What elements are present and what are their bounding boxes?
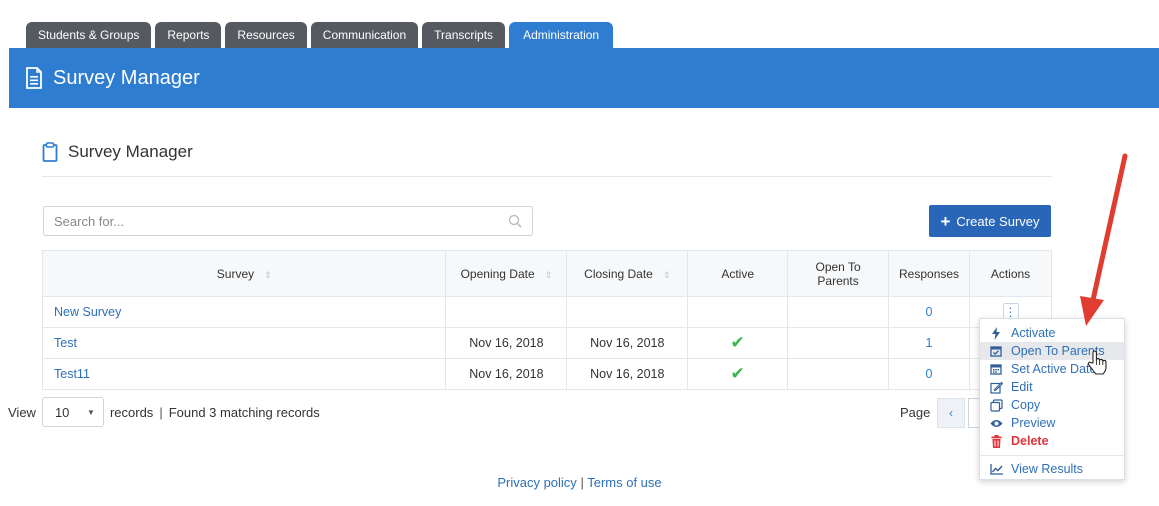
active-cell: ✔	[687, 358, 789, 390]
sort-icon: ⇕	[662, 269, 671, 280]
links-separator: |	[580, 475, 584, 490]
copy-icon	[989, 398, 1003, 412]
trash-icon	[989, 434, 1003, 448]
responses-link[interactable]: 0	[888, 296, 971, 328]
document-icon	[26, 67, 42, 89]
menu-item-label: Preview	[1011, 416, 1056, 430]
column-active: Active	[687, 250, 789, 297]
records-label: records	[109, 404, 154, 420]
tab-transcripts[interactable]: Transcripts	[422, 22, 506, 48]
main-nav-tabs: Students & Groups Reports Resources Comm…	[26, 22, 614, 48]
section-divider	[42, 176, 1052, 177]
menu-item-activate[interactable]: Activate	[980, 324, 1124, 342]
sort-icon: ⇕	[264, 269, 272, 280]
open-to-parents-cell	[787, 327, 890, 359]
create-survey-label: Create Survey	[956, 213, 1040, 229]
search-input[interactable]	[54, 213, 508, 229]
open-to-parents-cell	[787, 296, 890, 328]
section-title: Survey Manager	[68, 142, 193, 161]
bolt-icon	[989, 326, 1003, 340]
terms-of-use-link[interactable]: Terms of use	[587, 475, 661, 490]
menu-item-delete[interactable]: Delete	[980, 432, 1124, 450]
menu-item-label: View Results	[1011, 462, 1084, 476]
menu-item-view-results[interactable]: View Results	[980, 460, 1124, 478]
menu-item-edit[interactable]: Edit	[980, 378, 1124, 396]
active-cell: ✔	[687, 327, 789, 359]
create-survey-button[interactable]: + Create Survey	[929, 205, 1051, 237]
line-chart-icon	[989, 462, 1003, 476]
records-footer: View 10 ▼ records | Found 3 matching rec…	[8, 397, 320, 427]
actions-dropdown-menu: Activate Open To Parents Set Active Date…	[979, 318, 1125, 480]
closing-date	[566, 296, 689, 328]
plus-icon: +	[940, 211, 951, 231]
check-icon: ✔	[730, 364, 745, 383]
opening-date: Nov 16, 2018	[445, 358, 568, 390]
page-header: Survey Manager	[9, 48, 1159, 108]
tab-communication[interactable]: Communication	[310, 22, 419, 48]
sort-icon: ⇕	[544, 269, 553, 280]
check-icon: ✔	[730, 333, 745, 352]
table-row: Test Nov 16, 2018 Nov 16, 2018 ✔ 1	[41, 327, 1052, 359]
records-separator: |	[159, 404, 163, 420]
tab-reports[interactable]: Reports	[155, 22, 222, 48]
menu-item-copy[interactable]: Copy	[980, 396, 1124, 414]
opening-date: Nov 16, 2018	[445, 327, 568, 359]
menu-item-label: Copy	[1011, 398, 1041, 412]
tab-resources[interactable]: Resources	[225, 22, 307, 48]
edit-icon	[989, 380, 1003, 394]
column-opening-date[interactable]: Opening Date ⇕	[445, 250, 568, 297]
tab-students-groups[interactable]: Students & Groups	[26, 22, 152, 48]
section-header: Survey Manager	[42, 142, 193, 162]
open-to-parents-cell	[787, 358, 890, 390]
closing-date: Nov 16, 2018	[566, 358, 689, 390]
found-records-text: Found 3 matching records	[168, 404, 320, 420]
responses-link[interactable]: 0	[888, 358, 971, 390]
search-icon[interactable]	[508, 214, 522, 228]
menu-item-label: Edit	[1011, 380, 1033, 394]
column-survey[interactable]: Survey ⇕	[41, 250, 447, 297]
table-header-row: Survey ⇕ Opening Date ⇕ Closing Date ⇕ Acti…	[41, 250, 1052, 297]
page-size-select[interactable]: 10 ▼	[41, 397, 104, 427]
search-box	[43, 206, 533, 236]
survey-name-link[interactable]: Test11	[41, 358, 447, 390]
page-label: Page	[900, 405, 931, 420]
column-actions: Actions	[969, 250, 1052, 297]
table-row: Test11 Nov 16, 2018 Nov 16, 2018 ✔ 0	[41, 358, 1052, 390]
column-responses: Responses	[888, 250, 971, 297]
menu-item-preview[interactable]: Preview	[980, 414, 1124, 432]
column-open-to-parents: Open To Parents	[787, 250, 890, 297]
page-size-value: 10	[54, 404, 70, 420]
page-title: Survey Manager	[53, 66, 200, 89]
tab-administration[interactable]: Administration	[509, 22, 614, 48]
table-row: New Survey 0 ⋮	[41, 296, 1052, 328]
menu-item-label: Delete	[1011, 434, 1049, 448]
menu-divider	[980, 455, 1124, 456]
opening-date	[445, 296, 568, 328]
chevron-left-icon: ‹	[949, 406, 953, 420]
hand-cursor-icon	[1087, 350, 1107, 375]
calendar-icon	[989, 362, 1003, 376]
previous-page-button[interactable]: ‹	[937, 398, 965, 428]
caret-down-icon: ▼	[87, 407, 95, 417]
responses-link[interactable]: 1	[888, 327, 971, 359]
calendar-check-icon	[989, 344, 1003, 358]
clipboard-icon	[42, 142, 58, 162]
view-label: View	[8, 404, 36, 420]
menu-item-label: Activate	[1011, 326, 1056, 340]
eye-icon	[989, 416, 1003, 430]
survey-name-link[interactable]: Test	[41, 327, 447, 359]
privacy-policy-link[interactable]: Privacy policy	[497, 475, 576, 490]
column-closing-date[interactable]: Closing Date ⇕	[566, 250, 689, 297]
survey-table: Survey ⇕ Opening Date ⇕ Closing Date ⇕ Acti…	[41, 250, 1052, 390]
active-cell	[687, 296, 789, 328]
closing-date: Nov 16, 2018	[566, 327, 689, 359]
survey-name-link[interactable]: New Survey	[41, 296, 447, 328]
